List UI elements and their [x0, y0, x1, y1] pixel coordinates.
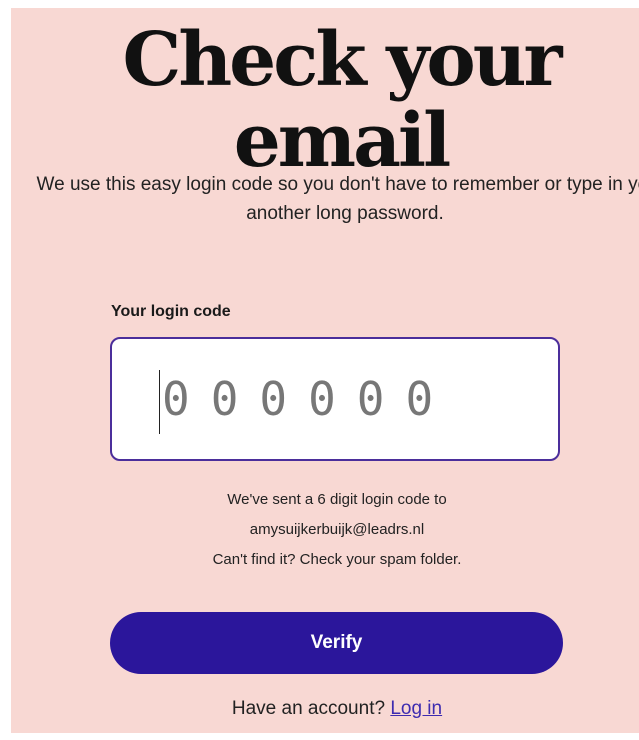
log-in-link[interactable]: Log in: [390, 698, 442, 719]
login-code-panel: Check your email We use this easy login …: [11, 8, 639, 733]
verify-button[interactable]: Verify: [110, 612, 563, 674]
recipient-email: amysuijkerbuijk@leadrs.nl: [249, 521, 425, 538]
page-subtitle: We use this easy login code so you don't…: [36, 174, 639, 224]
code-sent-text: We've sent a 6 digit login code to: [227, 491, 447, 508]
spam-folder-hint: Can't find it? Check your spam folder.: [212, 551, 462, 568]
have-account-prompt: Have an account?: [231, 698, 386, 719]
text-caret: [159, 370, 160, 434]
code-sent-info: We've sent a 6 digit login code to amysu…: [111, 485, 563, 575]
login-code-box[interactable]: [110, 337, 560, 461]
login-code-input[interactable]: [112, 339, 558, 459]
login-code-label: Your login code: [111, 303, 231, 320]
page-title: Check your email: [122, 17, 562, 185]
have-account-line: Have an account? Log in: [111, 698, 563, 720]
